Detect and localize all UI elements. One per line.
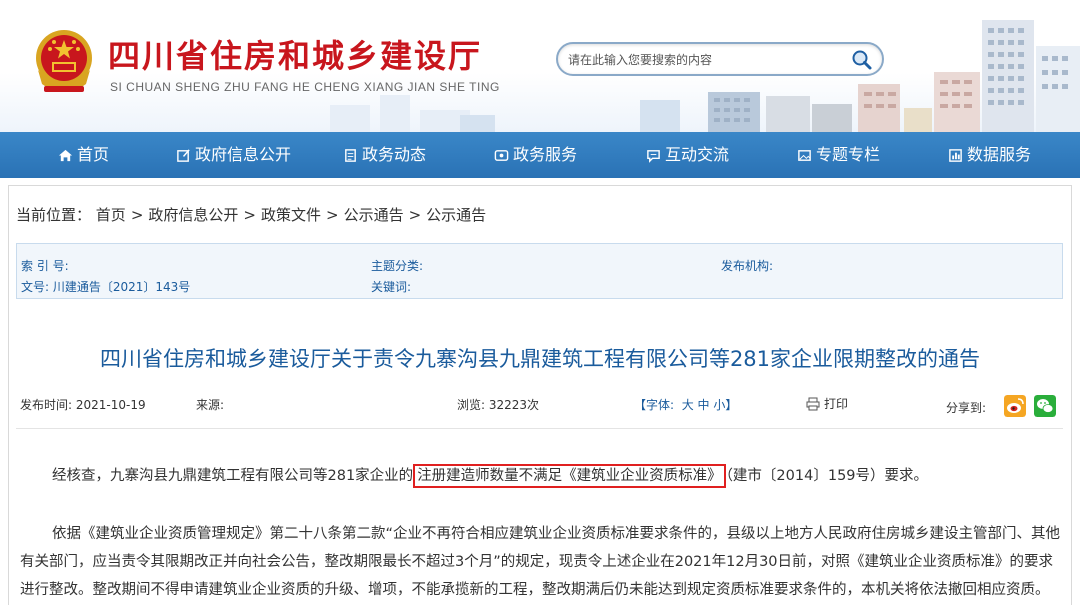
breadcrumb-notices-current[interactable]: 公示通告: [426, 206, 486, 224]
para1-text-after: （建市〔2014〕159号）要求。: [725, 468, 929, 484]
divider: [16, 428, 1063, 429]
breadcrumb-gov-info[interactable]: 政府信息公开: [148, 206, 238, 224]
nav-label: 互动交流: [665, 145, 730, 164]
para1-text-before: 经核查，九寨沟县九鼎建筑工程有限公司等281家企业的: [52, 468, 414, 484]
nav-item-data[interactable]: 数据服务: [948, 132, 1031, 178]
font-size-controls: 【字体: 大 中 小】: [634, 396, 737, 413]
nav-label: 政府信息公开: [195, 145, 292, 164]
nav-item-interaction[interactable]: 互动交流: [646, 132, 729, 178]
para1-highlight: 注册建造师数量不满足《建筑业企业资质标准》: [413, 464, 726, 488]
wechat-icon[interactable]: [1034, 395, 1056, 417]
font-size-label: 【字体:: [634, 398, 675, 412]
search-icon[interactable]: [850, 48, 874, 72]
nav-item-topics[interactable]: 专题专栏: [797, 132, 880, 178]
nav-label: 数据服务: [967, 145, 1032, 164]
view-count: 浏览: 32223次: [457, 398, 540, 412]
image-icon: [798, 149, 811, 161]
service-icon: [494, 149, 509, 161]
article-paragraph-1: 经核查，九寨沟县九鼎建筑工程有限公司等281家企业的 注册建造师数量不满足《建筑业…: [20, 462, 1064, 490]
breadcrumb-notices[interactable]: 公示通告: [344, 206, 404, 224]
font-large-button[interactable]: 大: [682, 398, 694, 412]
article-paragraph-2: 依据《建筑业企业资质管理规定》第二十八条第二款“企业不再符合相应建筑业企业资质标…: [20, 526, 1061, 598]
breadcrumb: 当前位置： 首页 > 政府信息公开 > 政策文件 > 公示通告 > 公示通告: [16, 206, 487, 224]
print-button[interactable]: 打印: [806, 395, 848, 412]
article-source: 来源:: [196, 398, 225, 412]
site-title: 四川省住房和城乡建设厅: [108, 37, 483, 75]
breadcrumb-policy[interactable]: 政策文件: [261, 206, 321, 224]
breadcrumb-home[interactable]: 首页: [96, 206, 126, 224]
nav-item-service[interactable]: 政务服务: [494, 132, 577, 178]
nav-label: 专题专栏: [816, 145, 881, 164]
share-label: 分享到:: [946, 401, 987, 415]
meta-keywords: 关键词:: [371, 280, 412, 294]
national-emblem-icon: [36, 30, 92, 92]
nav-item-news[interactable]: 政务动态: [343, 132, 426, 178]
site-subtitle: SI CHUAN SHENG ZHU FANG HE CHENG XIANG J…: [110, 80, 500, 94]
font-medium-button[interactable]: 中: [698, 398, 710, 412]
site-header: 四川省住房和城乡建设厅 SI CHUAN SHENG ZHU FANG HE C…: [0, 0, 1080, 132]
nav-label: 政务动态: [362, 145, 427, 164]
nav-item-gov-info[interactable]: 政府信息公开: [176, 132, 291, 178]
nav-label: 政务服务: [513, 145, 578, 164]
meta-publisher: 发布机构:: [721, 259, 774, 273]
meta-index-no: 索 引 号:: [21, 259, 69, 273]
article-title: 四川省住房和城乡建设厅关于责令九寨沟县九鼎建筑工程有限公司等281家企业限期整改…: [99, 347, 981, 371]
search-input[interactable]: [568, 50, 838, 70]
document-meta: 索 引 号: 主题分类: 发布机构: 文号: 川建通告〔2021〕143号 关键…: [16, 243, 1063, 299]
print-label: 打印: [824, 397, 849, 411]
meta-doc-no: 文号: 川建通告〔2021〕143号: [21, 280, 191, 294]
publish-time: 发布时间: 2021-10-19: [20, 398, 146, 412]
main-nav: 首页 政府信息公开 政务动态 政务服务 互动交流 专题专栏 数据服务: [0, 132, 1080, 178]
breadcrumb-label: 当前位置：: [16, 206, 92, 224]
chat-icon: [647, 149, 660, 163]
news-icon: [345, 148, 356, 162]
nav-label: 首页: [77, 145, 110, 164]
font-small-button[interactable]: 小】: [713, 398, 737, 412]
meta-topic: 主题分类:: [371, 259, 424, 273]
edit-icon: [177, 148, 190, 162]
data-icon: [949, 148, 962, 162]
weibo-icon[interactable]: [1004, 395, 1026, 417]
search-box: [556, 42, 884, 76]
printer-icon: [806, 397, 820, 410]
home-icon: [58, 149, 73, 161]
nav-item-home[interactable]: 首页: [58, 132, 109, 178]
